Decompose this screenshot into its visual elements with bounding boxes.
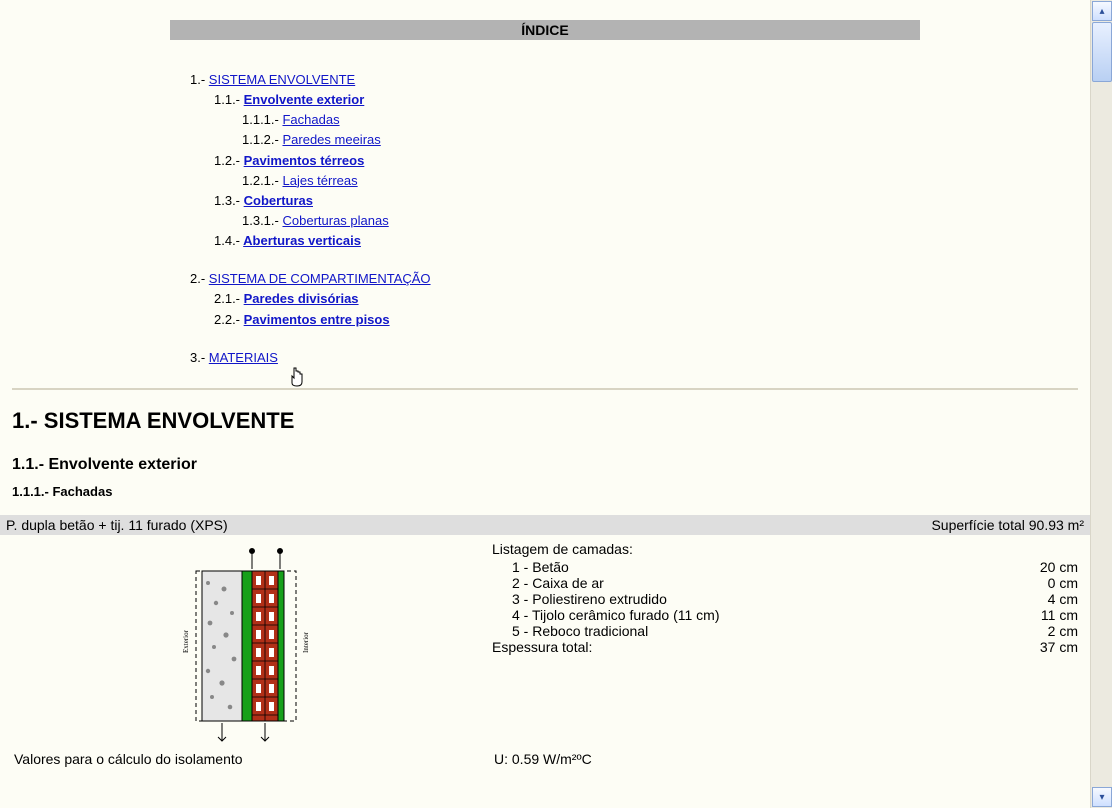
toc-link-fachadas[interactable]: Fachadas — [282, 112, 339, 127]
insulation-left: Valores para o cálculo do isolamento — [14, 751, 494, 767]
insulation-u: U: 0.59 W/m²ºC — [494, 751, 1078, 767]
layer-label: 3 - Poliestireno extrudido — [492, 591, 998, 607]
divider — [12, 388, 1078, 390]
layer-label: 4 - Tijolo cerâmico furado (11 cm) — [492, 607, 998, 623]
toc-item-1-1-2: 1.1.2.- Paredes meeiras — [242, 130, 1090, 150]
toc-link-materiais[interactable]: MATERIAIS — [209, 350, 278, 365]
toc-item-1-1: 1.1.- Envolvente exterior — [214, 90, 1090, 110]
wall-diagram: Exterior Interior — [12, 541, 492, 743]
toc-item-1-2-1: 1.2.1.- Lajes térreas — [242, 171, 1090, 191]
wall-surface: Superfície total 90.93 m² — [931, 517, 1084, 533]
layer-label: 1 - Betão — [492, 559, 998, 575]
toc-num: 2.2.- — [214, 312, 240, 327]
section-heading-1: 1.- SISTEMA ENVOLVENTE — [12, 408, 1090, 434]
layer-value: 2 cm — [998, 623, 1078, 639]
index-banner: ÍNDICE — [170, 20, 920, 40]
toc-num: 1.1.- — [214, 92, 240, 107]
toc-num: 1.- — [190, 72, 205, 87]
wall-title-band: P. dupla betão + tij. 11 furado (XPS) Su… — [0, 515, 1090, 535]
toc-link-paredes-meeiras[interactable]: Paredes meeiras — [282, 132, 380, 147]
table-of-contents: 1.- SISTEMA ENVOLVENTE 1.1.- Envolvente … — [190, 70, 1090, 368]
toc-num: 2.1.- — [214, 291, 240, 306]
toc-link-sistema-envolvente[interactable]: SISTEMA ENVOLVENTE — [209, 72, 355, 87]
toc-item-2-2: 2.2.- Pavimentos entre pisos — [214, 310, 1090, 330]
toc-item-1-4: 1.4.- Aberturas verticais — [214, 231, 1090, 251]
toc-link-coberturas-planas[interactable]: Coberturas planas — [282, 213, 388, 228]
layer-row: 4 - Tijolo cerâmico furado (11 cm) 11 cm — [492, 607, 1078, 623]
toc-item-1: 1.- SISTEMA ENVOLVENTE — [190, 70, 1090, 90]
toc-link-aberturas-verticais[interactable]: Aberturas verticais — [243, 233, 361, 248]
scroll-thumb[interactable] — [1092, 22, 1112, 82]
toc-link-coberturas[interactable]: Coberturas — [244, 193, 313, 208]
exterior-label: Exterior — [182, 629, 190, 653]
toc-num: 2.- — [190, 271, 205, 286]
layers-list: Listagem de camadas: 1 - Betão 20 cm 2 -… — [492, 541, 1078, 655]
layer-label: 2 - Caixa de ar — [492, 575, 998, 591]
toc-num: 1.1.2.- — [242, 132, 279, 147]
toc-item-1-2: 1.2.- Pavimentos térreos — [214, 151, 1090, 171]
insulation-values-row: Valores para o cálculo do isolamento U: … — [0, 743, 1090, 767]
toc-num: 1.3.- — [214, 193, 240, 208]
vertical-scrollbar[interactable]: ▴ ▾ — [1090, 0, 1112, 808]
thickness-row: Espessura total: 37 cm — [492, 639, 1078, 655]
layer-row: 5 - Reboco tradicional 2 cm — [492, 623, 1078, 639]
toc-item-1-3: 1.3.- Coberturas — [214, 191, 1090, 211]
thickness-value: 37 cm — [998, 639, 1078, 655]
layer-value: 20 cm — [998, 559, 1078, 575]
interior-label: Interior — [302, 631, 310, 653]
layer-value: 11 cm — [998, 607, 1078, 623]
section-heading-1-1-1: 1.1.1.- Fachadas — [12, 484, 1090, 499]
layer-row: 2 - Caixa de ar 0 cm — [492, 575, 1078, 591]
toc-link-sistema-compartimentacao[interactable]: SISTEMA DE COMPARTIMENTAÇÃO — [209, 271, 431, 286]
toc-item-1-1-1: 1.1.1.- Fachadas — [242, 110, 1090, 130]
toc-num: 1.1.1.- — [242, 112, 279, 127]
toc-num: 1.2.- — [214, 153, 240, 168]
toc-num: 1.4.- — [214, 233, 240, 248]
layer-value: 4 cm — [998, 591, 1078, 607]
layers-title: Listagem de camadas: — [492, 541, 1078, 557]
toc-num: 3.- — [190, 350, 205, 365]
layer-value: 0 cm — [998, 575, 1078, 591]
toc-num: 1.3.1.- — [242, 213, 279, 228]
toc-link-paredes-divisorias[interactable]: Paredes divisórias — [244, 291, 359, 306]
layer-row: 1 - Betão 20 cm — [492, 559, 1078, 575]
toc-link-pavimentos-terreos[interactable]: Pavimentos térreos — [244, 153, 365, 168]
scroll-up-button[interactable]: ▴ — [1092, 1, 1112, 21]
toc-item-3: 3.- MATERIAIS — [190, 348, 1090, 368]
wall-name: P. dupla betão + tij. 11 furado (XPS) — [6, 517, 228, 533]
layer-row: 3 - Poliestireno extrudido 4 cm — [492, 591, 1078, 607]
toc-item-2: 2.- SISTEMA DE COMPARTIMENTAÇÃO — [190, 269, 1090, 289]
toc-link-envolvente-exterior[interactable]: Envolvente exterior — [244, 92, 365, 107]
toc-item-2-1: 2.1.- Paredes divisórias — [214, 289, 1090, 309]
toc-num: 1.2.1.- — [242, 173, 279, 188]
toc-link-pavimentos-entre-pisos[interactable]: Pavimentos entre pisos — [244, 312, 390, 327]
layer-label: 5 - Reboco tradicional — [492, 623, 998, 639]
toc-item-1-3-1: 1.3.1.- Coberturas planas — [242, 211, 1090, 231]
thickness-label: Espessura total: — [492, 639, 998, 655]
toc-link-lajes-terreas[interactable]: Lajes térreas — [282, 173, 357, 188]
section-heading-1-1: 1.1.- Envolvente exterior — [12, 456, 1090, 474]
scroll-down-button[interactable]: ▾ — [1092, 787, 1112, 807]
